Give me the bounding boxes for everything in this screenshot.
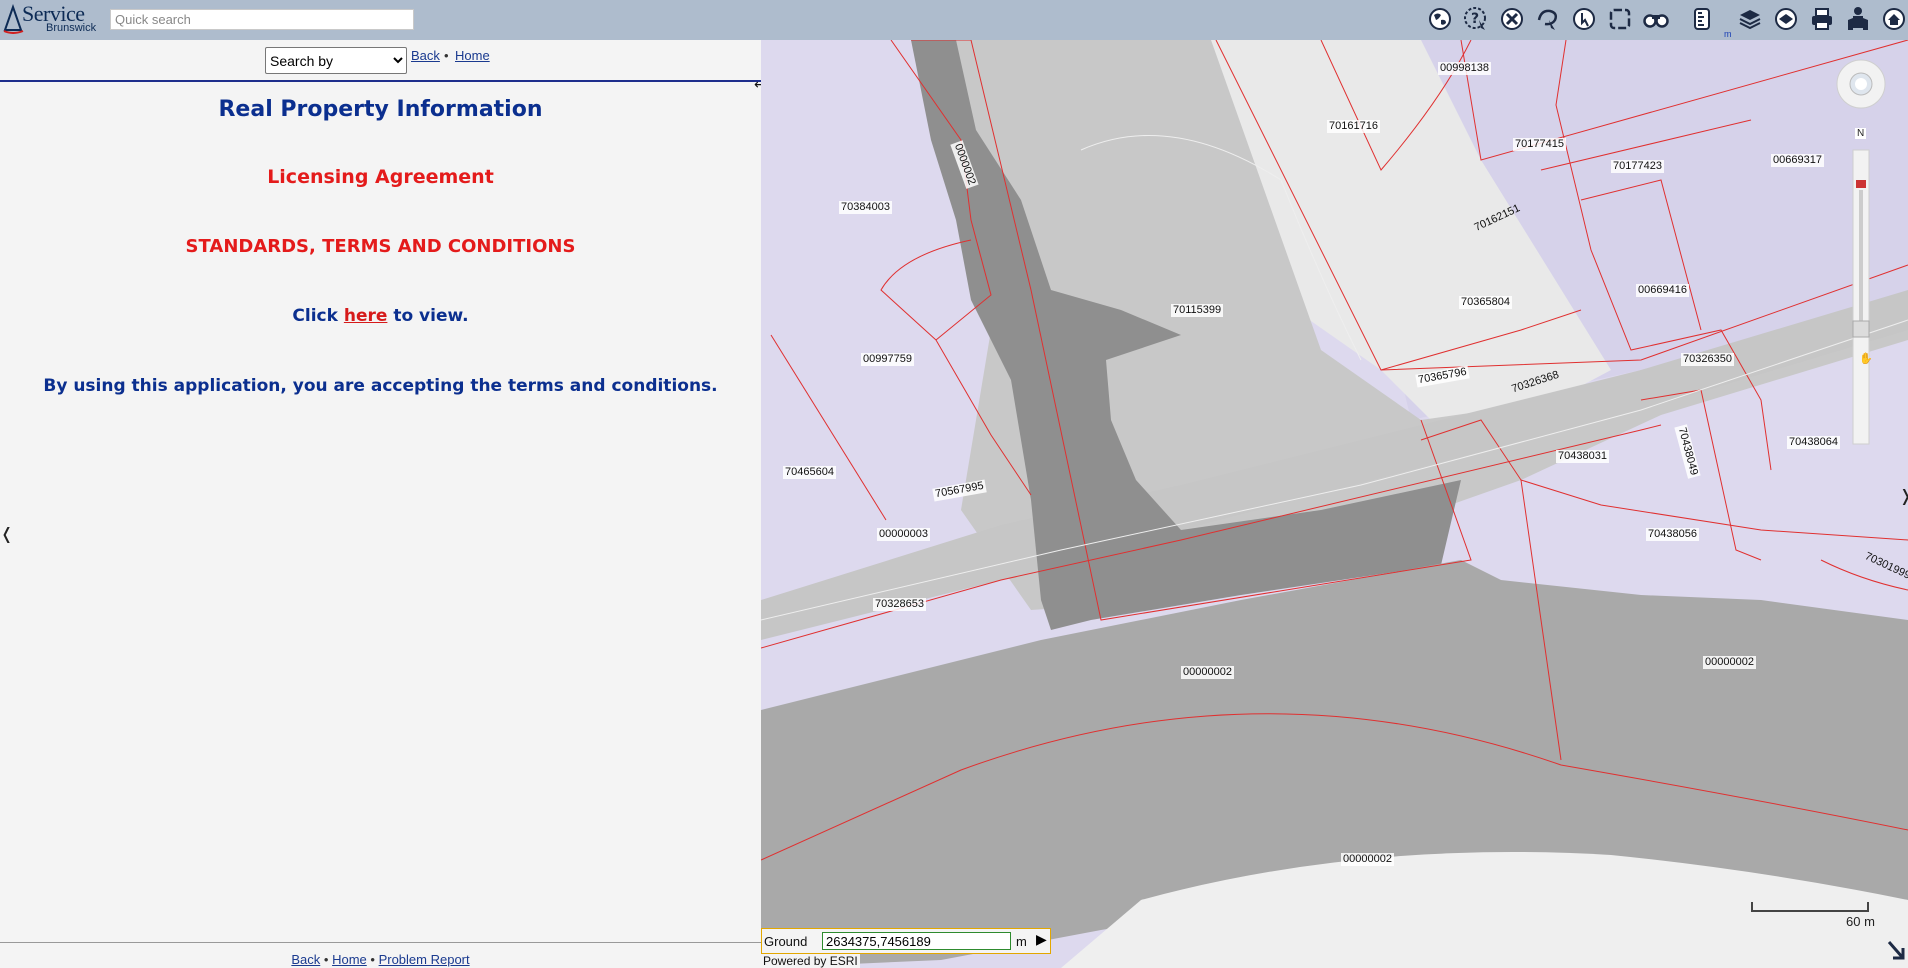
clear-button[interactable]: [1498, 5, 1526, 33]
print-icon: [1812, 8, 1832, 30]
coordinate-input[interactable]: [822, 932, 1011, 950]
identify-icon: [1573, 8, 1595, 30]
parcel-label: 00000002: [1703, 656, 1756, 669]
footer-separator: •: [323, 952, 329, 967]
click-prefix: Click: [292, 306, 338, 326]
toolbar-unit-label: m: [1724, 29, 1732, 39]
binoculars-button[interactable]: [1642, 5, 1670, 33]
parcel-label: 00669317: [1771, 154, 1824, 167]
footer-back-link[interactable]: Back: [291, 952, 320, 967]
logo-sail-icon: [3, 4, 24, 34]
licensing-heading: Licensing Agreement: [267, 166, 494, 188]
nav-row: Search by Back • Home: [0, 40, 761, 80]
binoculars-icon: [1643, 14, 1669, 28]
full-extent-button[interactable]: [1606, 5, 1634, 33]
collapse-right-arrow-icon[interactable]: ❭: [1899, 486, 1908, 505]
select-lasso-button[interactable]: [1534, 5, 1562, 33]
map-canvas[interactable]: [761, 40, 1908, 968]
globe-button[interactable]: [1426, 5, 1454, 33]
parcel-label: 70384003: [839, 201, 892, 214]
footer-divider: [0, 942, 761, 943]
parcel-label: 70438064: [1787, 436, 1840, 449]
parcel-label: 70326350: [1681, 353, 1734, 366]
search-by-select[interactable]: Search by: [265, 47, 407, 74]
parcel-label: 00000002: [1181, 666, 1234, 679]
parcel-label: 70115399: [1171, 304, 1224, 317]
parcel-label: 70465604: [783, 466, 836, 479]
map-view[interactable]: 00998138 70161716 70177415 70177423 0066…: [761, 40, 1908, 968]
home-link[interactable]: Home: [455, 48, 490, 63]
parcel-label: 00000003: [877, 528, 930, 541]
pan-control-icon[interactable]: [1836, 59, 1886, 109]
page-title: Real Property Information: [218, 97, 543, 122]
scale-bar: [1751, 902, 1869, 912]
full-extent-icon: [1609, 8, 1631, 30]
layers-icon: [1739, 10, 1761, 30]
measure-button[interactable]: [1688, 5, 1716, 33]
go-to-coordinate-button[interactable]: ▶: [1036, 932, 1050, 948]
nav-separator: •: [444, 48, 449, 63]
view-terms-line: Click here to view.: [0, 306, 761, 326]
service-nb-logo[interactable]: Service Brunswick: [2, 1, 98, 36]
logo-text-brunswick: Brunswick: [46, 22, 97, 34]
parcel-label: 70365804: [1459, 296, 1512, 309]
footer-links: Back • Home • Problem Report: [0, 952, 761, 967]
parcel-label: 70438056: [1646, 528, 1699, 541]
click-suffix: to view.: [393, 306, 469, 326]
parcel-label: 70161716: [1327, 120, 1380, 133]
layers-button[interactable]: [1736, 5, 1764, 33]
parcel-label: 00669416: [1636, 284, 1689, 297]
scale-label: 60 m: [1846, 914, 1875, 929]
help-person-button[interactable]: [1844, 5, 1872, 33]
problem-report-link[interactable]: Problem Report: [379, 952, 470, 967]
coordinate-unit-label: m: [1016, 934, 1027, 949]
identify-help-icon: ?: [1464, 7, 1486, 30]
powered-by-label: Powered by ESRI: [761, 954, 860, 968]
resize-corner-icon[interactable]: [1885, 938, 1907, 966]
parcel-label: 00998138: [1438, 62, 1491, 75]
standards-heading: STANDARDS, TERMS AND CONDITIONS: [185, 236, 576, 257]
quick-search-input[interactable]: [110, 9, 414, 30]
print-button[interactable]: [1808, 5, 1836, 33]
help-person-icon: [1848, 7, 1868, 30]
coordinate-system-label: Ground: [764, 934, 808, 949]
clear-icon: [1501, 8, 1523, 30]
parcel-label: 00997759: [861, 353, 914, 366]
identify-help-button[interactable]: ?: [1462, 5, 1490, 33]
select-lasso-icon: [1537, 9, 1558, 30]
zoom-slider-icon[interactable]: [1852, 149, 1870, 445]
footer-separator: •: [370, 952, 375, 967]
pan-hand-icon[interactable]: ✋: [1859, 352, 1873, 365]
parcel-label: 00000002: [1341, 853, 1394, 866]
left-panel: Search by Back • Home Real Property Info…: [0, 40, 766, 968]
top-bar: Service Brunswick ? m: [0, 0, 1908, 40]
north-indicator: N: [1855, 128, 1867, 139]
coordinate-box: Ground m ▶: [761, 928, 1051, 954]
parcel-label: 70177415: [1513, 138, 1566, 151]
collapse-left-arrow-icon[interactable]: ❬: [0, 524, 13, 543]
nav-divider: [0, 80, 761, 82]
svg-text:?: ?: [1471, 11, 1479, 27]
home-button[interactable]: [1880, 5, 1908, 33]
parcel-label: 70177423: [1611, 160, 1664, 173]
accept-terms-text: By using this application, you are accep…: [43, 376, 718, 396]
back-link[interactable]: Back: [411, 48, 440, 63]
globe-icon: [1429, 8, 1451, 30]
basemap-icon: [1775, 8, 1797, 30]
parcel-label: 70328653: [873, 598, 926, 611]
home-icon: [1883, 8, 1905, 30]
footer-home-link[interactable]: Home: [332, 952, 367, 967]
basemap-button[interactable]: [1772, 5, 1800, 33]
measure-icon: [1694, 8, 1710, 30]
terms-here-link[interactable]: here: [344, 306, 388, 326]
parcel-label: 70438031: [1556, 450, 1609, 463]
identify-button[interactable]: [1570, 5, 1598, 33]
